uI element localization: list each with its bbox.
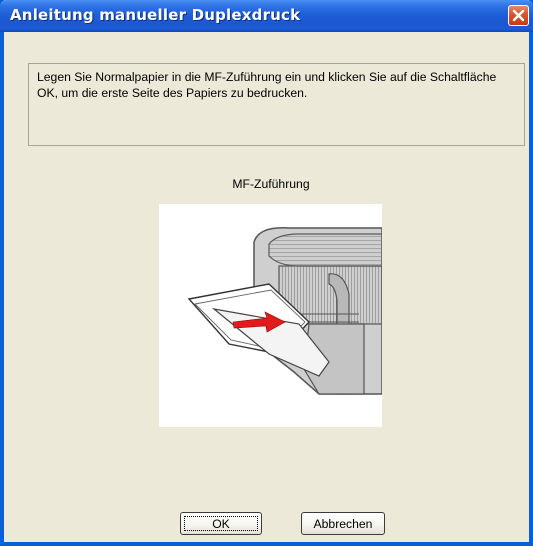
printer-illustration xyxy=(159,204,382,427)
instruction-box: Legen Sie Normalpapier in die MF-Zuführu… xyxy=(28,63,525,146)
cancel-button[interactable]: Abbrechen xyxy=(301,512,385,535)
close-icon xyxy=(512,9,525,22)
instruction-text: Legen Sie Normalpapier in die MF-Zuführu… xyxy=(37,70,497,100)
ok-button-label: OK xyxy=(212,516,230,531)
ok-button[interactable]: OK xyxy=(180,512,262,535)
title-bar[interactable]: Anleitung manueller Duplexdruck xyxy=(0,0,533,32)
dialog-window: Anleitung manueller Duplexdruck Legen Si… xyxy=(0,0,533,546)
illustration-label: MF-Zuführung xyxy=(232,177,310,191)
cancel-button-label: Abbrechen xyxy=(313,516,373,531)
printer-manual-feed-image xyxy=(187,227,382,395)
window-title: Anleitung manueller Duplexdruck xyxy=(10,6,301,24)
close-button[interactable] xyxy=(508,5,529,26)
